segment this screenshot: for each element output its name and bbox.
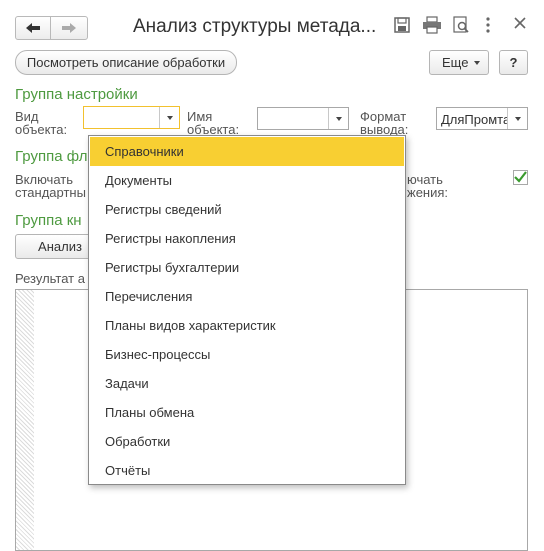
back-button[interactable]	[15, 16, 51, 40]
more-button-label: Еще	[442, 55, 469, 70]
object-name-label: Имя объекта:	[187, 110, 240, 136]
dropdown-item-business-processes[interactable]: Бизнес-процессы	[90, 340, 404, 369]
help-button[interactable]: ?	[499, 50, 528, 75]
preview-icon[interactable]	[452, 16, 472, 36]
dropdown-item-exchange-plans[interactable]: Планы обмена	[90, 398, 404, 427]
output-format-value: ДляПромта	[441, 112, 507, 127]
object-kind-label: Вид объекта:	[15, 110, 68, 136]
include-right-label: ючать жения:	[407, 173, 449, 199]
dropdown-item-reports[interactable]: Отчёты	[90, 456, 404, 485]
chevron-down-icon[interactable]	[507, 108, 527, 129]
buttons-group-title: Группа кн	[15, 212, 82, 229]
more-button[interactable]: Еще	[429, 50, 489, 75]
object-kind-dropdown[interactable]: Справочники Документы Регистры сведений …	[88, 135, 406, 485]
object-name-field[interactable]	[257, 107, 349, 130]
dropdown-item-characteristic-types[interactable]: Планы видов характеристик	[90, 311, 404, 340]
arrow-right-icon	[62, 23, 76, 33]
describe-processing-button[interactable]: Посмотреть описание обработки	[15, 50, 237, 75]
dropdown-item-tasks[interactable]: Задачи	[90, 369, 404, 398]
checkmark-icon	[514, 171, 527, 183]
dropdown-item-documents[interactable]: Документы	[90, 166, 404, 195]
include-standard-label: Включать стандартны	[15, 173, 86, 199]
dropdown-item-accounting-registers[interactable]: Регистры бухгалтерии	[90, 253, 404, 282]
object-kind-field[interactable]	[83, 106, 180, 129]
print-icon[interactable]	[422, 16, 442, 36]
include-checkbox[interactable]	[513, 170, 528, 185]
more-vertical-icon[interactable]	[484, 16, 504, 36]
window-title: Анализ структуры метада...	[133, 16, 377, 37]
chevron-down-icon[interactable]	[159, 107, 179, 128]
dropdown-item-accumulation-registers[interactable]: Регистры накопления	[90, 224, 404, 253]
forward-button[interactable]	[50, 16, 88, 40]
settings-group-title: Группа настройки	[15, 86, 138, 103]
output-format-field[interactable]: ДляПромта	[436, 107, 528, 130]
dropdown-item-data-processors[interactable]: Обработки	[90, 427, 404, 456]
dropdown-item-information-registers[interactable]: Регистры сведений	[90, 195, 404, 224]
dropdown-item-catalogs[interactable]: Справочники	[90, 137, 404, 166]
chevron-down-icon[interactable]	[328, 108, 348, 129]
save-icon[interactable]	[393, 16, 413, 36]
result-label: Результат а	[15, 272, 85, 285]
chevron-down-icon	[474, 61, 480, 65]
arrow-left-icon	[26, 23, 40, 33]
dropdown-item-enumerations[interactable]: Перечисления	[90, 282, 404, 311]
flags-group-title: Группа фл	[15, 148, 88, 165]
output-format-label: Формат вывода:	[360, 110, 409, 136]
result-hatch-margin	[16, 290, 34, 550]
close-icon[interactable]	[513, 16, 533, 36]
